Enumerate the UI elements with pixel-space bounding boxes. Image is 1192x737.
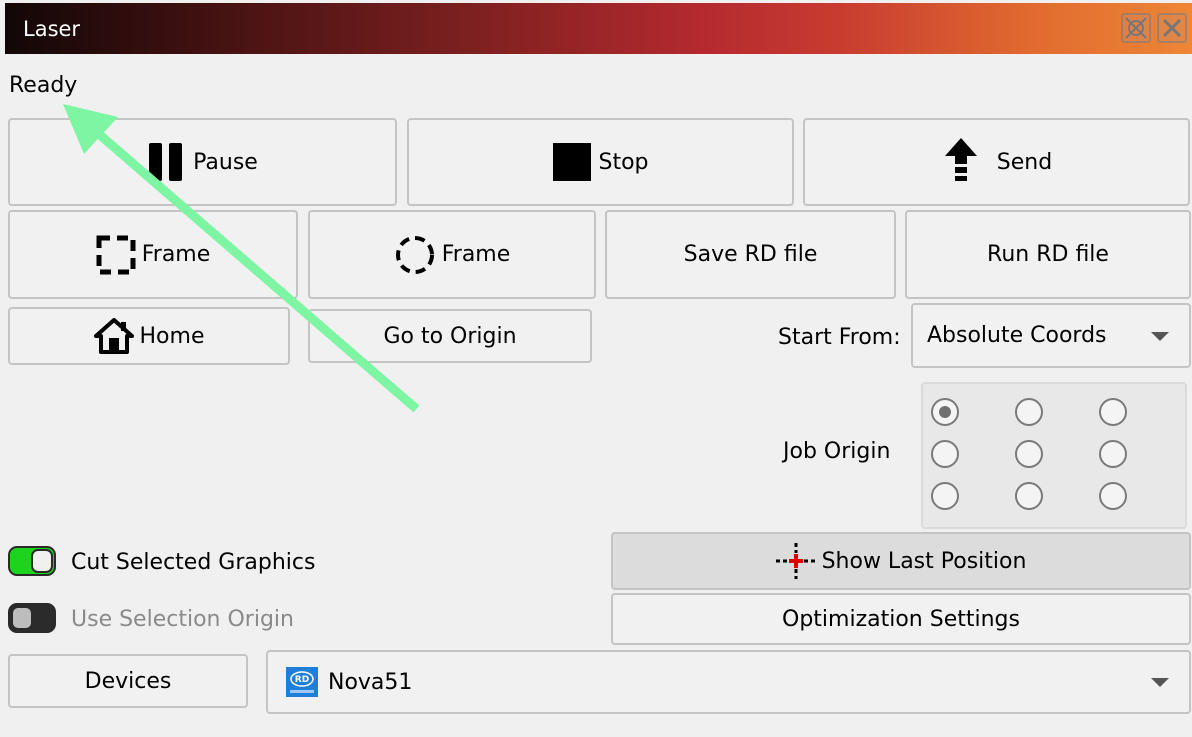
chevron-down-icon xyxy=(1151,678,1169,687)
go-to-origin-button[interactable]: Go to Origin xyxy=(308,309,592,363)
frame-circle-label: Frame xyxy=(441,242,511,267)
svg-text:RD: RD xyxy=(295,675,309,685)
optimization-settings-label: Optimization Settings xyxy=(782,606,1020,632)
frame-circle-button[interactable]: Frame xyxy=(308,210,596,299)
job-origin-center-radio[interactable] xyxy=(1015,440,1043,468)
job-origin-bottom-left-radio[interactable] xyxy=(931,482,959,510)
job-origin-bottom-center-radio[interactable] xyxy=(1015,482,1043,510)
pause-icon xyxy=(149,143,183,181)
devices-label: Devices xyxy=(84,668,172,694)
frame-rectangle-icon xyxy=(96,235,136,274)
send-button[interactable]: Send xyxy=(803,118,1190,206)
run-rd-file-button[interactable]: Run RD file xyxy=(905,210,1191,299)
home-label: Home xyxy=(139,323,205,349)
send-upload-icon xyxy=(944,138,977,181)
show-last-position-button[interactable]: Show Last Position xyxy=(611,532,1191,590)
restore-window-icon[interactable] xyxy=(1121,13,1151,43)
home-button[interactable]: Home xyxy=(8,307,290,365)
home-icon xyxy=(93,318,134,354)
job-origin-grid xyxy=(921,382,1187,529)
job-origin-label: Job Origin xyxy=(783,439,891,464)
close-window-icon[interactable] xyxy=(1157,13,1187,43)
job-origin-middle-right-radio[interactable] xyxy=(1099,440,1127,468)
start-from-dropdown[interactable]: Absolute Coords xyxy=(911,303,1191,368)
cut-selected-graphics-label: Cut Selected Graphics xyxy=(71,550,316,575)
run-rd-file-label: Run RD file xyxy=(987,242,1109,267)
crosshair-icon xyxy=(775,543,816,579)
send-label: Send xyxy=(996,149,1053,175)
devices-button[interactable]: Devices xyxy=(8,654,248,708)
pause-button[interactable]: Pause xyxy=(8,118,397,206)
frame-rectangle-button[interactable]: Frame xyxy=(8,210,298,299)
save-rd-file-label: Save RD file xyxy=(683,242,818,267)
device-dropdown[interactable]: RD Nova51 xyxy=(266,650,1191,714)
window-title: Laser xyxy=(23,17,81,41)
save-rd-file-button[interactable]: Save RD file xyxy=(605,210,896,299)
job-origin-bottom-right-radio[interactable] xyxy=(1099,482,1127,510)
start-from-value: Absolute Coords xyxy=(927,323,1107,348)
frame-circle-icon xyxy=(395,235,434,274)
job-origin-top-center-radio[interactable] xyxy=(1015,398,1043,426)
ruida-logo-icon: RD xyxy=(286,667,318,697)
job-origin-top-right-radio[interactable] xyxy=(1099,398,1127,426)
stop-icon xyxy=(553,143,592,181)
title-bar: Laser xyxy=(5,3,1192,54)
pause-label: Pause xyxy=(193,149,258,175)
cut-selected-graphics-toggle[interactable] xyxy=(8,546,56,576)
start-from-label: Start From: xyxy=(778,325,901,350)
stop-button[interactable]: Stop xyxy=(407,118,794,206)
show-last-position-label: Show Last Position xyxy=(821,548,1027,574)
chevron-down-icon xyxy=(1151,331,1169,341)
use-selection-origin-toggle[interactable] xyxy=(8,603,56,633)
go-to-origin-label: Go to Origin xyxy=(383,323,517,349)
status-text: Ready xyxy=(9,73,78,98)
device-name: Nova51 xyxy=(328,669,413,695)
frame-rectangle-label: Frame xyxy=(141,242,211,267)
job-origin-top-left-radio[interactable] xyxy=(931,398,959,426)
job-origin-middle-left-radio[interactable] xyxy=(931,440,959,468)
optimization-settings-button[interactable]: Optimization Settings xyxy=(611,593,1191,645)
stop-label: Stop xyxy=(598,149,649,175)
use-selection-origin-label: Use Selection Origin xyxy=(71,607,294,632)
